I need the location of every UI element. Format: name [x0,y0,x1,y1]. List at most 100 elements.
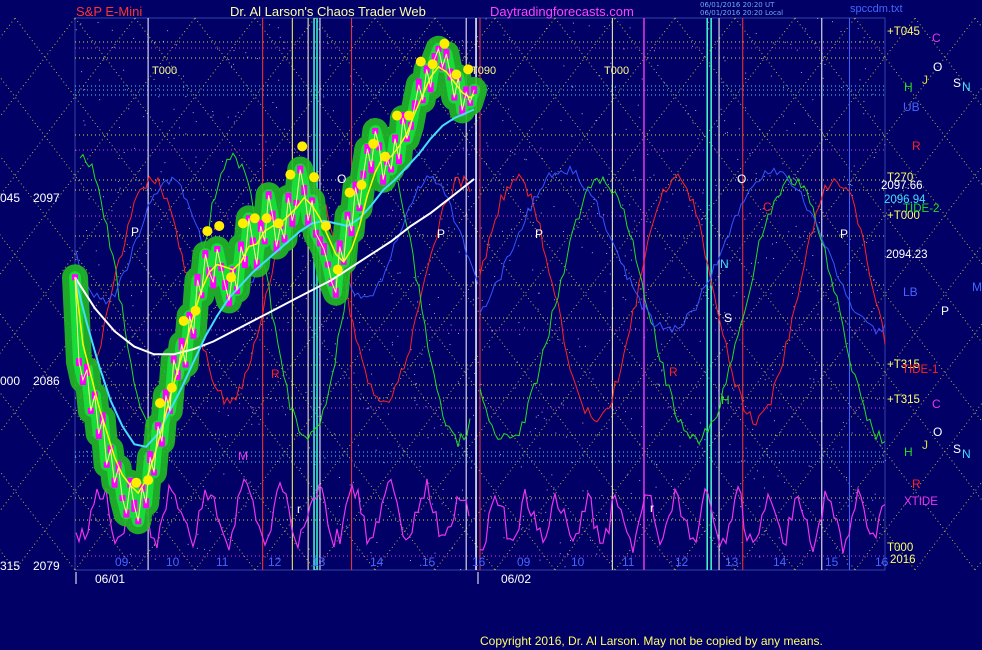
noise-dot [740,506,742,508]
noise-dot [623,48,625,50]
high-dot [332,264,343,275]
hour-tick-label: 16 [472,555,486,569]
noise-dot [509,130,511,132]
noise-dot [610,62,612,64]
noise-dot [606,427,608,429]
noise-dot [830,388,832,390]
noise-dot [272,102,274,104]
noise-dot [193,198,195,200]
noise-dot [195,156,197,158]
noise-dot [697,446,699,448]
noise-dot [808,232,810,234]
noise-dot [369,349,371,351]
noise-dot [691,45,693,47]
noise-dot [128,108,130,110]
noise-dot [661,370,663,372]
noise-dot [605,513,607,515]
noise-dot [769,410,771,412]
noise-dot [318,423,320,425]
noise-dot [228,176,230,178]
noise-dot [584,345,586,347]
noise-dot [470,467,472,469]
noise-dot [154,204,156,206]
noise-dot [540,512,542,514]
noise-dot [212,111,214,113]
high-dot [237,218,248,229]
noise-dot [283,128,285,130]
noise-dot [445,138,447,140]
noise-dot [222,160,224,162]
noise-dot [545,419,547,421]
noise-dot [81,71,83,73]
site-url[interactable]: Daytradingforecasts.com [490,4,634,19]
noise-dot [328,207,330,209]
noise-dot [525,159,527,161]
noise-dot [538,292,540,294]
hour-tick-label: 13 [725,555,739,569]
planet-label: R [912,477,921,491]
noise-dot [345,525,347,527]
noise-dot [843,176,845,178]
noise-dot [847,563,849,565]
noise-dot [414,373,416,375]
noise-dot [451,453,453,455]
noise-dot [716,318,718,320]
noise-dot [822,77,824,79]
noise-dot [738,128,740,130]
noise-dot [318,28,320,30]
noise-dot [745,107,747,109]
noise-dot [817,313,819,315]
high-dot [214,220,225,231]
noise-dot [440,448,442,450]
noise-dot [624,275,626,277]
noise-dot [872,93,874,95]
high-dot [166,382,177,393]
noise-dot [249,481,251,483]
hour-tick-label: 11 [622,555,635,569]
noise-dot [863,100,865,102]
noise-dot [343,377,345,379]
noise-dot [800,71,802,73]
noise-dot [535,416,537,418]
noise-dot [744,460,746,462]
noise-dot [429,303,431,305]
noise-dot [680,431,682,433]
noise-dot [457,332,459,334]
noise-dot [398,446,400,448]
noise-dot [441,218,443,220]
noise-dot [123,151,125,153]
noise-dot [101,325,103,327]
right-axis-label: +T315 [887,394,920,406]
noise-dot [875,152,877,154]
noise-dot [508,108,510,110]
noise-dot [485,18,487,20]
planet-label: H [904,445,913,459]
noise-dot [218,438,220,440]
planet-label: C [932,397,941,411]
noise-dot [467,196,469,198]
noise-dot [167,522,169,524]
noise-dot [391,293,393,295]
noise-dot [258,143,260,145]
noise-dot [591,252,593,254]
noise-dot [803,194,805,196]
noise-dot [256,58,258,60]
noise-dot [124,250,126,252]
noise-dot [534,427,536,429]
hour-tick-label: 16 [875,555,889,569]
noise-dot [432,503,434,505]
noise-dot [509,259,511,261]
noise-dot [247,203,249,205]
noise-dot [832,448,834,450]
noise-dot [745,447,747,449]
noise-dot [477,361,479,363]
noise-dot [829,467,831,469]
noise-dot [664,82,666,84]
noise-dot [449,344,451,346]
left-axis-price-label: 2086 [33,374,60,388]
noise-dot [137,353,139,355]
noise-dot [546,489,548,491]
planet-label: S [953,442,961,456]
noise-dot [729,444,731,446]
noise-dot [561,402,563,404]
